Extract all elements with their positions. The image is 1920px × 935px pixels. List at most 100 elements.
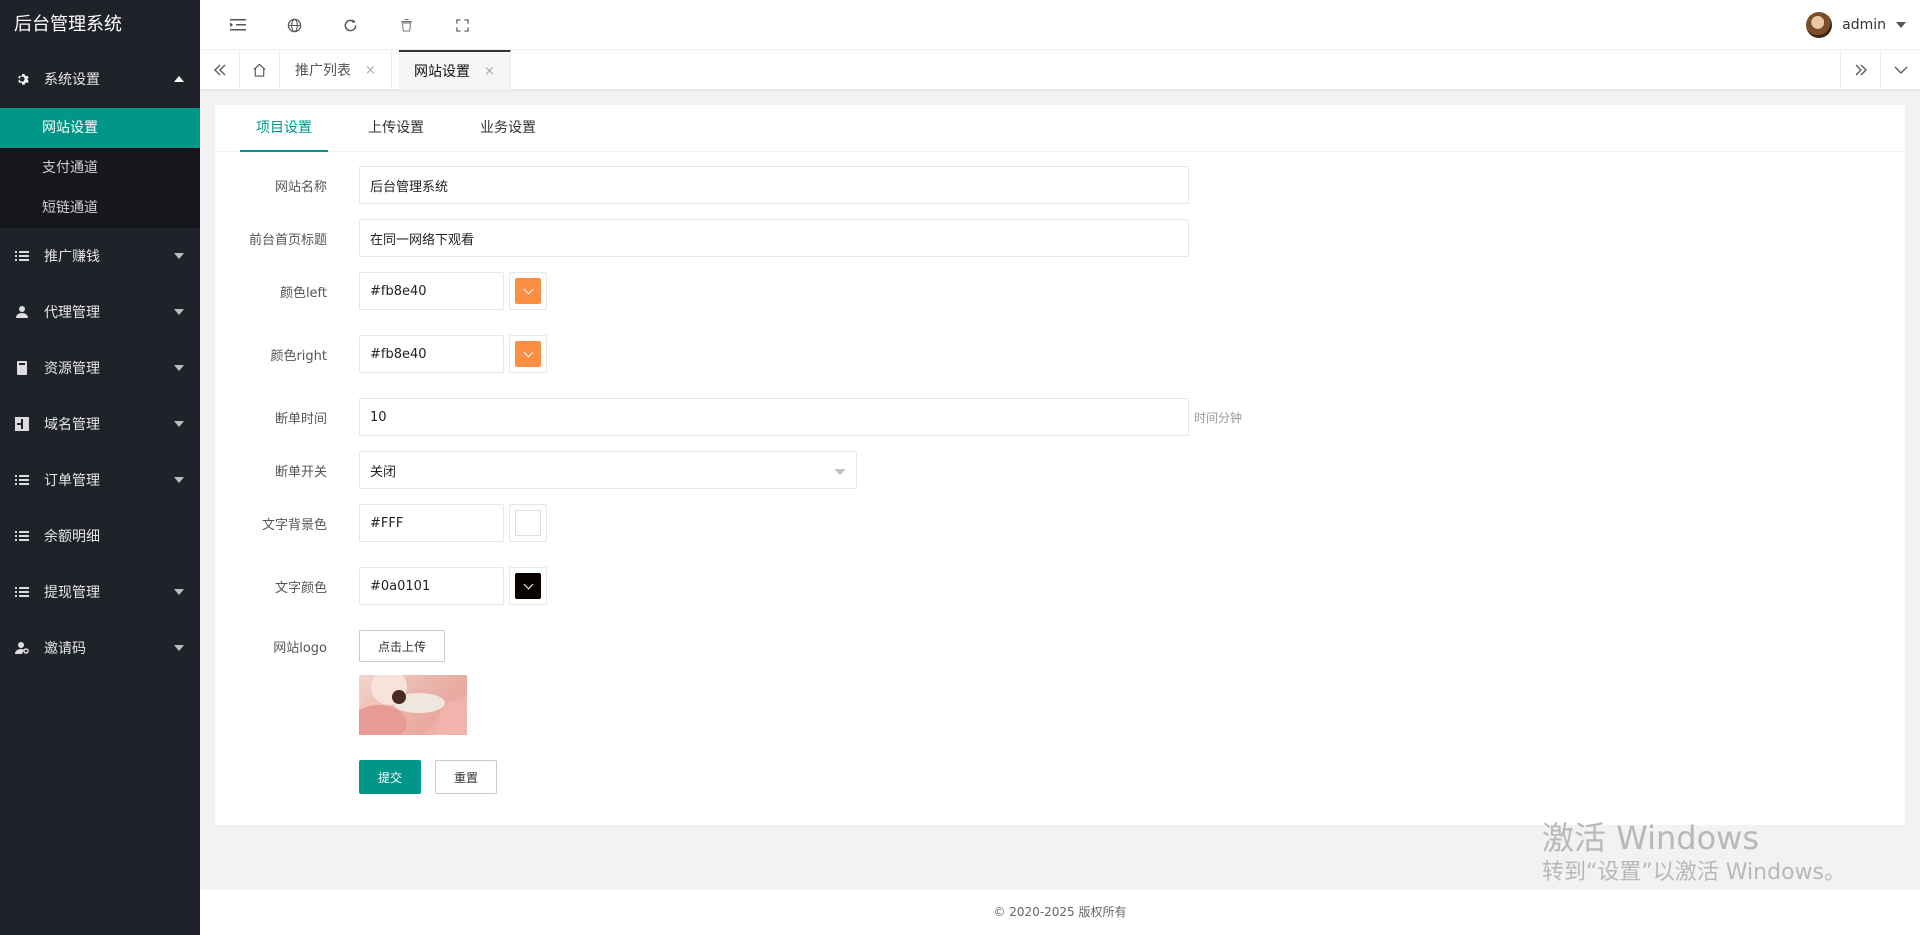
tabs-menu-chevron-down-icon[interactable] [1880,50,1920,90]
tab-label: 网站设置 [414,64,470,80]
submit-button[interactable]: 提交 [359,760,422,794]
tab-project-settings[interactable]: 项目设置 [240,105,328,152]
break-time-input[interactable]: 10 [359,398,1189,436]
nav-group-label: 域名管理 [44,417,100,433]
avatar [1806,12,1833,38]
chevron-down-icon [174,477,184,483]
content-tabs: 项目设置 上传设置 业务设置 [215,105,1905,152]
sidebar-item-shortlink-channel[interactable]: 短链通道 [0,188,200,228]
select-value: 关闭 [370,464,397,480]
home-title-label: 前台首页标题 [248,232,327,248]
tab-business-settings[interactable]: 业务设置 [464,105,552,151]
upload-button[interactable]: 点击上传 [359,630,445,662]
tab-promotion-list[interactable]: 推广列表 × [280,50,392,90]
nav-group-invite-code[interactable]: 邀请码 [0,620,200,676]
menu-toggle-icon[interactable] [210,0,266,50]
tabs-scroll-left-icon[interactable] [200,50,240,90]
form-row-site-name: 网站名称 后台管理系统 [215,166,1189,204]
nav-group-label: 系统设置 [44,72,100,88]
nav-group-agent[interactable]: 代理管理 [0,284,200,340]
users-icon [14,304,30,320]
user-menu[interactable]: admin [1806,0,1906,50]
color-left-input[interactable]: #fb8e40 [359,272,504,310]
user-name: admin [1842,17,1886,33]
nav-group-withdraw[interactable]: 提现管理 [0,564,200,620]
color-swatch [515,341,541,367]
user-key-icon [14,640,30,656]
nav-group-balance[interactable]: 余额明细 [0,508,200,564]
home-tab-icon[interactable] [240,50,280,90]
refresh-icon[interactable] [322,0,378,50]
chevron-down-icon [523,284,533,294]
app-logo-title: 后台管理系统 [0,0,200,50]
grid-icon [14,416,30,432]
text-bg-label: 文字背景色 [261,517,327,533]
text-bg-picker[interactable] [509,504,547,542]
color-left-label: 颜色left [279,285,327,301]
chevron-down-icon [174,253,184,259]
reset-button[interactable]: 重置 [435,760,498,794]
site-name-label: 网站名称 [274,179,327,195]
chevron-down-icon [174,645,184,651]
watermark-line1: 激活 Windows [1542,819,1760,857]
tab-upload-settings[interactable]: 上传设置 [352,105,440,151]
color-swatch [515,573,541,599]
color-right-label: 颜色right [270,348,327,364]
nav-group-system-settings[interactable]: 系统设置 [0,50,200,108]
color-left-picker[interactable] [509,272,547,310]
nav-group-resources[interactable]: 资源管理 [0,340,200,396]
break-switch-select[interactable]: 关闭 [359,451,857,489]
nav-group-label: 邀请码 [44,641,86,657]
color-right-input[interactable]: #fb8e40 [359,335,504,373]
fullscreen-icon[interactable] [434,0,490,50]
close-icon[interactable]: × [484,64,495,79]
nav-group-label: 代理管理 [44,305,100,321]
windows-activation-watermark: 激活 Windows 转到“设置”以激活 Windows。 [1542,818,1846,888]
text-bg-input[interactable]: #FFF [359,504,504,542]
text-color-input[interactable]: #0a0101 [359,567,504,605]
chevron-down-icon [523,579,533,589]
top-header: admin [200,0,1920,50]
form-actions: 提交 重置 [359,760,498,794]
list-icon [14,528,30,544]
break-switch-label: 断单开关 [274,464,327,480]
form-row-color-left: 颜色left #fb8e40 [215,272,547,310]
form-row-color-right: 颜色right #fb8e40 [215,335,547,373]
text-color-picker[interactable] [509,567,547,605]
home-title-input[interactable]: 在同一网络下观看 [359,219,1189,257]
footer: © 2020-2025 版权所有 [200,890,1920,935]
chevron-down-icon [174,589,184,595]
close-icon[interactable]: × [365,63,376,78]
logo-label: 网站logo [273,640,327,656]
settings-card: 项目设置 上传设置 业务设置 网站名称 后台管理系统 前台首页标题 在同一网络下… [215,105,1905,825]
logo-preview-image [359,675,467,735]
list-icon [14,584,30,600]
break-time-label: 断单时间 [274,411,327,427]
nav-group-label: 推广赚钱 [44,249,100,265]
form-row-text-bg: 文字背景色 #FFF [215,504,547,542]
trash-icon[interactable] [378,0,434,50]
gear-icon [14,71,30,87]
nav-group-label: 资源管理 [44,361,100,377]
globe-icon[interactable] [266,0,322,50]
tab-website-settings[interactable]: 网站设置 × [399,50,511,90]
sidebar-item-website-settings[interactable]: 网站设置 [0,108,200,148]
color-swatch [515,278,541,304]
chevron-down-icon [834,469,846,475]
sidebar: 后台管理系统 系统设置 网站设置 支付通道 短链通道 推广赚钱 代理管理 资源管… [0,0,200,935]
nav-group-promotion[interactable]: 推广赚钱 [0,228,200,284]
site-name-input[interactable]: 后台管理系统 [359,166,1189,204]
nav-group-label: 余额明细 [44,529,100,545]
submenu-system-settings: 网站设置 支付通道 短链通道 [0,108,200,228]
color-right-picker[interactable] [509,335,547,373]
sidebar-item-payment-channel[interactable]: 支付通道 [0,148,200,188]
nav-group-orders[interactable]: 订单管理 [0,452,200,508]
text-color-label: 文字颜色 [274,580,327,596]
nav-group-domain[interactable]: 域名管理 [0,396,200,452]
chevron-down-icon [174,421,184,427]
form-row-text-color: 文字颜色 #0a0101 [215,567,547,605]
tabs-scroll-right-icon[interactable] [1840,50,1880,90]
list-icon [14,472,30,488]
book-icon [14,360,30,376]
color-swatch [515,510,541,536]
